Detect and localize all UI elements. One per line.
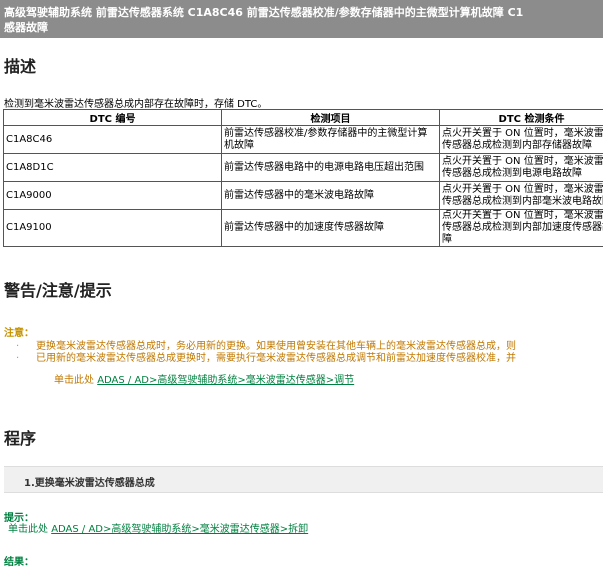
section-heading-procedure: 程序 — [4, 425, 36, 449]
section-heading-warnings: 警告/注意/提示 — [4, 277, 112, 301]
page-title-bar: 高级驾驶辅助系统 前雷达传感器系统 C1A8C46 前雷达传感器校准/参数存储器… — [0, 0, 603, 38]
dtc-item: 前雷达传感器中的毫米波电路故障 — [222, 182, 440, 210]
table-row: C1A9000 前雷达传感器中的毫米波电路故障 点火开关置于 ON 位置时，毫米… — [4, 182, 603, 210]
dtc-cond: 点火开关置于 ON 位置时，毫米波雷达传感器总成检测到内部毫米波电路故障 — [440, 182, 603, 210]
table-row: C1A9100 前雷达传感器中的加速度传感器故障 点火开关置于 ON 位置时，毫… — [4, 210, 603, 247]
removal-link[interactable]: ADAS / AD>高级驾驶辅助系统>毫米波雷达传感器>拆卸 — [51, 524, 308, 535]
note-item: 更换毫米波雷达传感器总成时，务必用新的更换。如果使用曾安装在其他车辆上的毫米波雷… — [36, 341, 516, 353]
table-row: C1A8D1C 前雷达传感器电路中的电源电路电压超出范围 点火开关置于 ON 位… — [4, 154, 603, 182]
hint-link-line: 单击此处 ADAS / AD>高级驾驶辅助系统>毫米波雷达传感器>拆卸 — [8, 520, 308, 535]
col-header-cond: DTC 检测条件 — [440, 110, 603, 126]
dtc-cond: 点火开关置于 ON 位置时，毫米波雷达传感器总成检测到电源电路故障 — [440, 154, 603, 182]
adjust-link[interactable]: ADAS / AD>高级驾驶辅助系统>毫米波雷达传感器>调节 — [97, 375, 354, 386]
dtc-code: C1A9100 — [4, 210, 222, 247]
step-1-header: 1.更换毫米波雷达传感器总成 — [4, 466, 603, 493]
note-list: 更换毫米波雷达传感器总成时，务必用新的更换。如果使用曾安装在其他车辆上的毫米波雷… — [36, 341, 516, 365]
note-item: 已用新的毫米波雷达传感器总成更换时，需要执行毫米波雷达传感器总成调节和前雷达加速… — [36, 353, 516, 365]
dtc-item: 前雷达传感器中的加速度传感器故障 — [222, 210, 440, 247]
page-title-line1: 高级驾驶辅助系统 前雷达传感器系统 C1A8C46 前雷达传感器校准/参数存储器… — [4, 6, 523, 19]
dtc-item: 前雷达传感器校准/参数存储器中的主微型计算机故障 — [222, 126, 440, 154]
dtc-cond: 点火开关置于 ON 位置时，毫米波雷达传感器总成检测到内部存储器故障 — [440, 126, 603, 154]
col-header-item: 检测项目 — [222, 110, 440, 126]
dtc-item: 前雷达传感器电路中的电源电路电压超出范围 — [222, 154, 440, 182]
dtc-cond: 点火开关置于 ON 位置时，毫米波雷达传感器总成检测到内部加速度传感器故障 — [440, 210, 603, 247]
note-link-prefix: 单击此处 — [54, 375, 94, 386]
dtc-code: C1A8C46 — [4, 126, 222, 154]
dtc-code: C1A8D1C — [4, 154, 222, 182]
dtc-code: C1A9000 — [4, 182, 222, 210]
dtc-table: DTC 编号 检测项目 DTC 检测条件 C1A8C46 前雷达传感器校准/参数… — [3, 109, 603, 247]
table-row: C1A8C46 前雷达传感器校准/参数存储器中的主微型计算机故障 点火开关置于 … — [4, 126, 603, 154]
description-intro: 检测到毫米波雷达传感器总成内部存在故障时，存储 DTC。 — [4, 95, 267, 110]
note-label: 注意： — [4, 324, 34, 339]
note-link-line: 单击此处 ADAS / AD>高级驾驶辅助系统>毫米波雷达传感器>调节 — [54, 371, 354, 386]
col-header-code: DTC 编号 — [4, 110, 222, 126]
page-title-line2: 感器故障 — [4, 20, 599, 35]
section-heading-description: 描述 — [4, 53, 36, 77]
hint-link-prefix: 单击此处 — [8, 524, 48, 535]
